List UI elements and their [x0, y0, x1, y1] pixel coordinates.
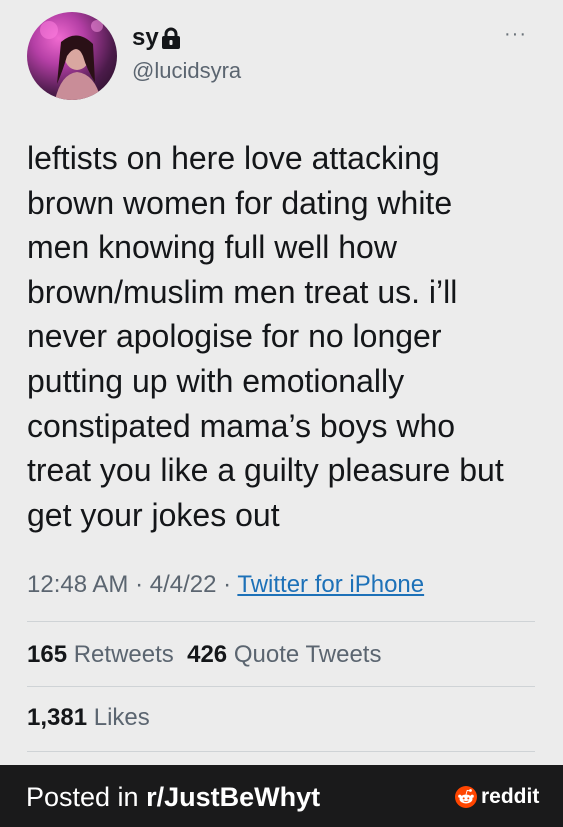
tweet-meta: 12:48 AM · 4/4/22 · Twitter for iPhone [27, 568, 424, 602]
posted-in-text: Posted in r/JustBeWhyt [26, 781, 320, 813]
divider [27, 686, 535, 687]
quotes-label: Quote Tweets [233, 641, 382, 668]
quotes-count: 426 [187, 641, 228, 668]
user-handle[interactable]: @lucidsyra [132, 58, 241, 84]
divider [27, 621, 535, 622]
retweets-stat[interactable]: 165 Retweets [27, 641, 174, 668]
avatar[interactable] [27, 12, 117, 100]
tweet-time[interactable]: 12:48 AM [27, 571, 128, 598]
posted-prefix: Posted in [26, 782, 147, 812]
tweet-card: sy @lucidsyra ··· leftists on here love … [0, 0, 563, 765]
tweet-date[interactable]: 4/4/22 [150, 571, 217, 598]
quotes-stat[interactable]: 426 Quote Tweets [187, 641, 381, 668]
likes-label: Likes [93, 704, 150, 731]
meta-separator: · [128, 571, 150, 598]
meta-separator: · [216, 571, 238, 598]
lock-icon [162, 27, 180, 49]
display-name[interactable]: sy [132, 24, 159, 52]
retweets-label: Retweets [73, 641, 174, 668]
reddit-wordmark: reddit [481, 785, 540, 808]
likes-count: 1,381 [27, 704, 88, 731]
reddit-alien-icon [455, 786, 477, 808]
reddit-footer-banner: Posted in r/JustBeWhyt reddit [0, 765, 563, 827]
divider [27, 751, 535, 752]
tweet-source-link[interactable]: Twitter for iPhone [237, 571, 424, 598]
retweet-quote-stats: 165 Retweets 426 Quote Tweets [27, 640, 381, 670]
likes-stat[interactable]: 1,381 Likes [27, 703, 150, 733]
subreddit-name[interactable]: r/JustBeWhyt [146, 782, 320, 812]
retweets-count: 165 [27, 641, 68, 668]
more-options-icon[interactable]: ··· [504, 24, 534, 44]
tweet-text: leftists on here love attacking brown wo… [27, 140, 504, 533]
